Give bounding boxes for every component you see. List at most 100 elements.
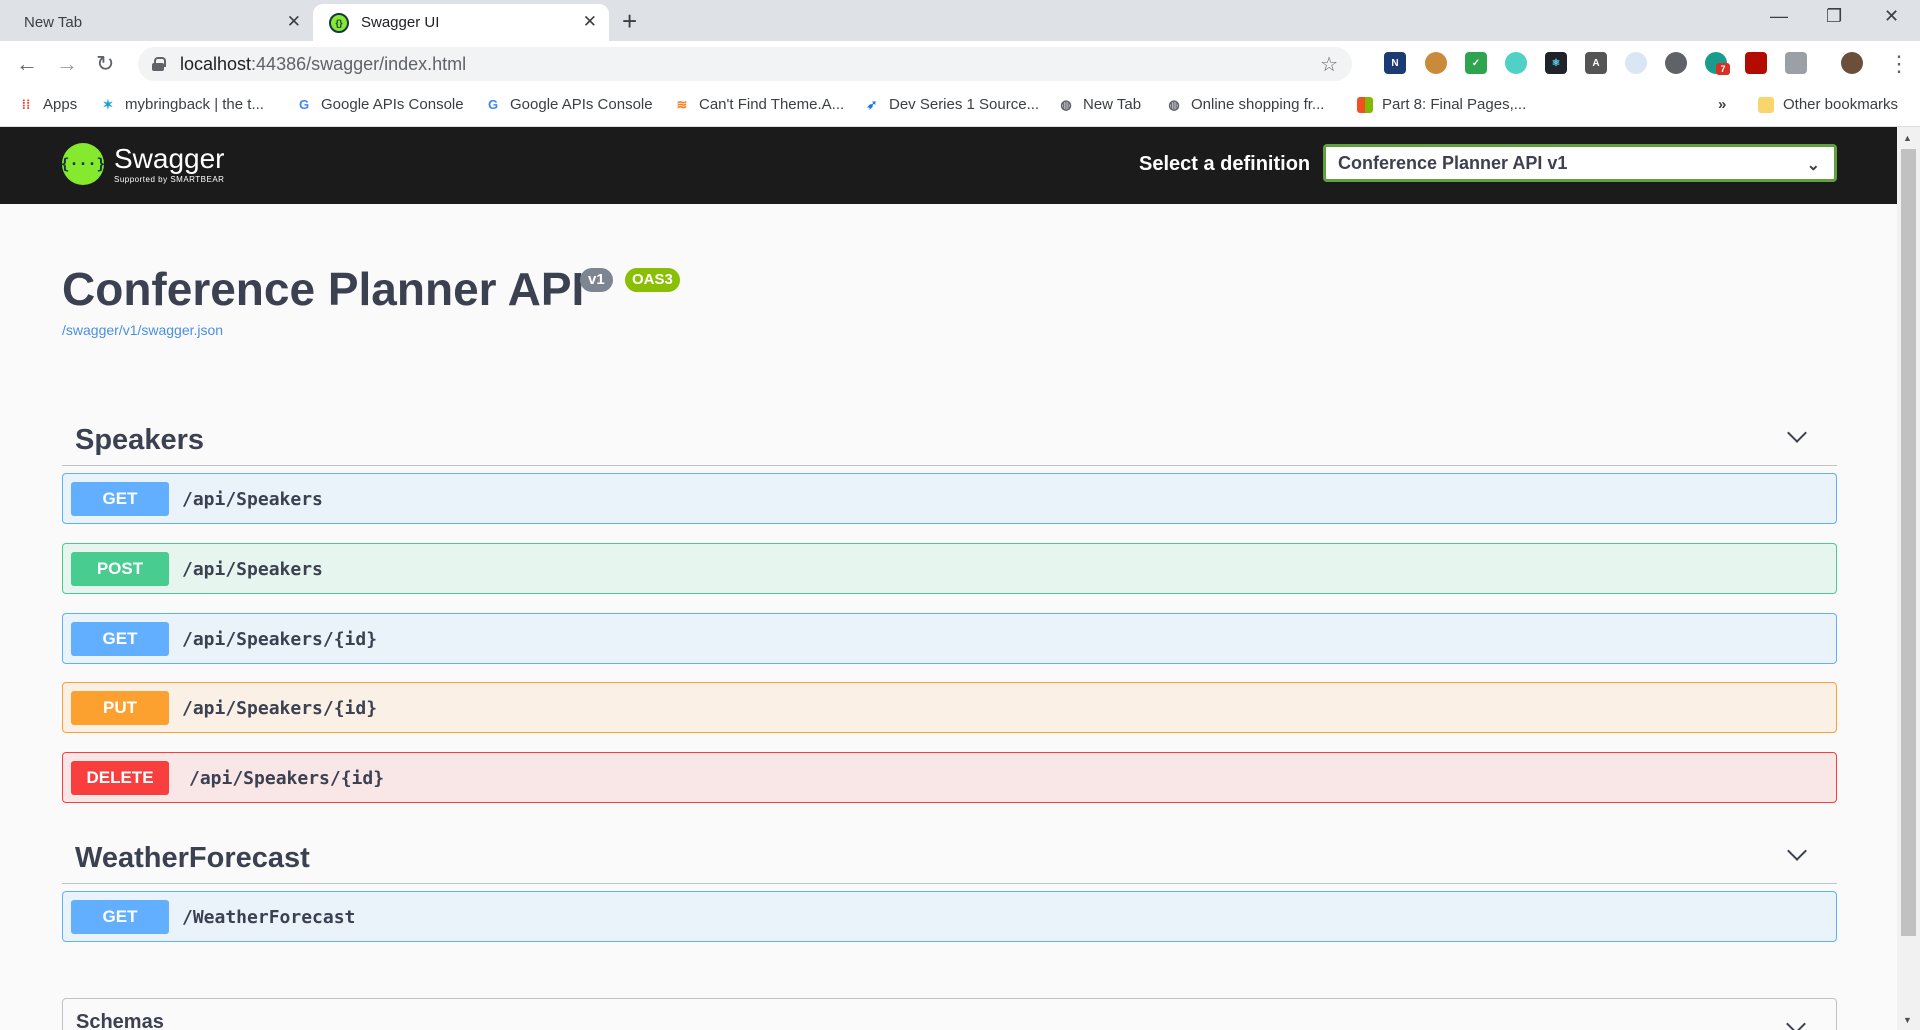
bookmark-online-shopping[interactable]: ◍ Online shopping fr... <box>1166 96 1324 113</box>
close-icon[interactable]: ✕ <box>287 12 301 32</box>
logo-name: Swagger <box>114 142 225 174</box>
avatar[interactable] <box>1841 52 1863 74</box>
news-extension-icon[interactable]: N <box>1384 52 1406 74</box>
chevron-down-icon[interactable] <box>1787 844 1807 864</box>
method-badge: GET <box>71 622 169 656</box>
scroll-up-arrow-icon[interactable]: ▲ <box>1903 133 1912 143</box>
acrobat-icon[interactable] <box>1745 52 1767 74</box>
bookmark-new-tab[interactable]: ◍ New Tab <box>1058 96 1141 113</box>
forward-arrow-icon[interactable]: → <box>56 51 78 77</box>
swagger-topbar: {···} Swagger Supported by SMARTBEAR Sel… <box>0 127 1897 204</box>
operation-get-speaker-by-id[interactable]: GET /api/Speakers/{id} <box>62 613 1837 664</box>
microsoft-icon <box>1357 96 1373 113</box>
version-badge: v1 <box>580 268 613 292</box>
schemas-title: Schemas <box>76 1011 164 1030</box>
operation-path: /api/Speakers/{id} <box>182 698 378 719</box>
definition-value: Conference Planner API v1 <box>1338 152 1568 173</box>
bookmarks-more-chevron[interactable]: » <box>1718 96 1726 113</box>
operation-path: /api/Speakers/{id} <box>189 768 385 789</box>
grammarly-icon[interactable]: 7 <box>1705 52 1730 75</box>
bookmarks-bar: ⁞⁞ Apps ✶ mybringback | the t... G Googl… <box>0 87 1920 127</box>
close-icon[interactable]: ✕ <box>583 12 597 32</box>
bookmark-label: Apps <box>43 96 78 113</box>
url-path: :44386/swagger/index.html <box>251 53 467 74</box>
bookmark-dev-series[interactable]: ➶ Dev Series 1 Source... <box>864 96 1040 113</box>
bookmark-label: Google APIs Console <box>321 96 464 113</box>
bookmark-label: Can't Find Theme.A... <box>699 96 845 113</box>
method-badge: GET <box>71 900 169 934</box>
definition-label: Select a definition <box>1139 153 1311 175</box>
operation-put-speaker-by-id[interactable]: PUT /api/Speakers/{id} <box>62 682 1837 733</box>
circle-extension-icon[interactable] <box>1665 52 1687 74</box>
restore-icon[interactable]: ❐ <box>1826 6 1842 27</box>
spec-json-link[interactable]: /swagger/v1/swagger.json <box>62 322 584 338</box>
bringback-icon: ✶ <box>102 96 114 112</box>
chevron-down-icon[interactable] <box>1787 426 1807 446</box>
tab-new-tab[interactable]: New Tab ✕ <box>0 4 313 41</box>
bookmark-label: Dev Series 1 Source... <box>889 96 1040 113</box>
tag-header-weatherforecast[interactable]: WeatherForecast <box>62 830 1837 884</box>
rocket-icon: ➶ <box>866 96 878 112</box>
scroll-down-arrow-icon[interactable]: ▼ <box>1903 1015 1912 1025</box>
globe-icon: ◍ <box>1168 96 1180 112</box>
google-icon: G <box>298 97 310 112</box>
method-badge: PUT <box>71 691 169 725</box>
camera-icon[interactable] <box>1785 52 1807 74</box>
swagger-favicon-icon: {} <box>329 12 349 33</box>
reload-icon[interactable]: ↻ <box>96 51 114 77</box>
shield-extension-icon[interactable]: ✓ <box>1465 52 1487 74</box>
bookmark-mybringback[interactable]: ✶ mybringback | the t... <box>100 96 264 113</box>
method-badge: GET <box>71 482 169 516</box>
bookmark-label: New Tab <box>1083 96 1142 113</box>
bookmark-label: mybringback | the t... <box>125 96 264 113</box>
bookmark-other-bookmarks[interactable]: Other bookmarks <box>1758 96 1898 113</box>
operation-get-speakers[interactable]: GET /api/Speakers <box>62 473 1837 524</box>
bookmark-label: Other bookmarks <box>1783 96 1899 113</box>
react-devtools-icon[interactable]: ⚛ <box>1545 52 1567 74</box>
globe-icon: ◍ <box>1060 96 1072 112</box>
bookmark-google-apis-2[interactable]: G Google APIs Console <box>485 96 653 113</box>
tab-title: New Tab <box>24 14 83 31</box>
wappalyzer-icon[interactable] <box>1625 52 1647 74</box>
minimize-icon[interactable]: — <box>1770 6 1788 27</box>
cookie-extension-icon[interactable] <box>1425 52 1447 74</box>
back-arrow-icon[interactable]: ← <box>16 51 38 77</box>
operation-post-speakers[interactable]: POST /api/Speakers <box>62 543 1837 594</box>
page-scrollbar[interactable]: ▲ ▼ <box>1897 127 1920 1030</box>
operation-get-weatherforecast[interactable]: GET /WeatherForecast <box>62 891 1837 942</box>
refresh-extension-icon[interactable] <box>1505 52 1527 74</box>
address-bar[interactable]: localhost:44386/swagger/index.html ☆ <box>138 47 1352 81</box>
tab-swagger-ui[interactable]: {} Swagger UI ✕ <box>313 4 609 41</box>
bookmark-apps[interactable]: ⁞⁞ Apps <box>18 96 78 113</box>
chevron-down-icon[interactable] <box>1786 1017 1806 1030</box>
new-tab-plus-icon[interactable]: + <box>622 6 637 37</box>
swagger-logo-icon: {···} <box>60 143 106 185</box>
tab-title: Swagger UI <box>361 14 440 31</box>
api-info: Conference Planner API v1 OAS3 /swagger/… <box>62 262 680 338</box>
lock-icon <box>152 57 166 71</box>
swagger-logo[interactable]: {···} Swagger Supported by SMARTBEAR <box>60 142 225 185</box>
bookmark-label: Online shopping fr... <box>1191 96 1325 113</box>
font-extension-icon[interactable]: A <box>1585 52 1607 74</box>
menu-kebab-icon[interactable]: ⋮ <box>1888 51 1910 77</box>
bookmark-part-8[interactable]: Part 8: Final Pages,... <box>1357 96 1526 113</box>
operation-path: /api/Speakers <box>182 559 323 580</box>
operation-path: /api/Speakers <box>182 489 323 510</box>
definition-select[interactable]: Conference Planner API v1 ⌄ <box>1323 144 1837 182</box>
folder-icon <box>1758 96 1774 113</box>
url-host: localhost <box>180 53 252 74</box>
tab-strip: New Tab ✕ {} Swagger UI ✕ + — ❐ ✕ <box>0 0 1920 41</box>
window-close-icon[interactable]: ✕ <box>1884 6 1899 27</box>
tag-header-speakers[interactable]: Speakers <box>62 412 1837 466</box>
operation-path: /api/Speakers/{id} <box>182 629 378 650</box>
scroll-thumb[interactable] <box>1901 149 1916 936</box>
google-icon: G <box>487 97 499 112</box>
operation-delete-speaker-by-id[interactable]: DELETE /api/Speakers/{id} <box>62 752 1837 803</box>
schemas-section[interactable]: Schemas <box>62 998 1837 1030</box>
bookmark-cant-find-theme[interactable]: ≋ Can't Find Theme.A... <box>674 96 845 113</box>
bookmark-label: Part 8: Final Pages,... <box>1382 96 1527 113</box>
bookmark-star-icon[interactable]: ☆ <box>1320 52 1338 77</box>
bookmark-google-apis-1[interactable]: G Google APIs Console <box>296 96 464 113</box>
tag-name: Speakers <box>75 424 204 456</box>
oas-badge: OAS3 <box>625 268 680 292</box>
